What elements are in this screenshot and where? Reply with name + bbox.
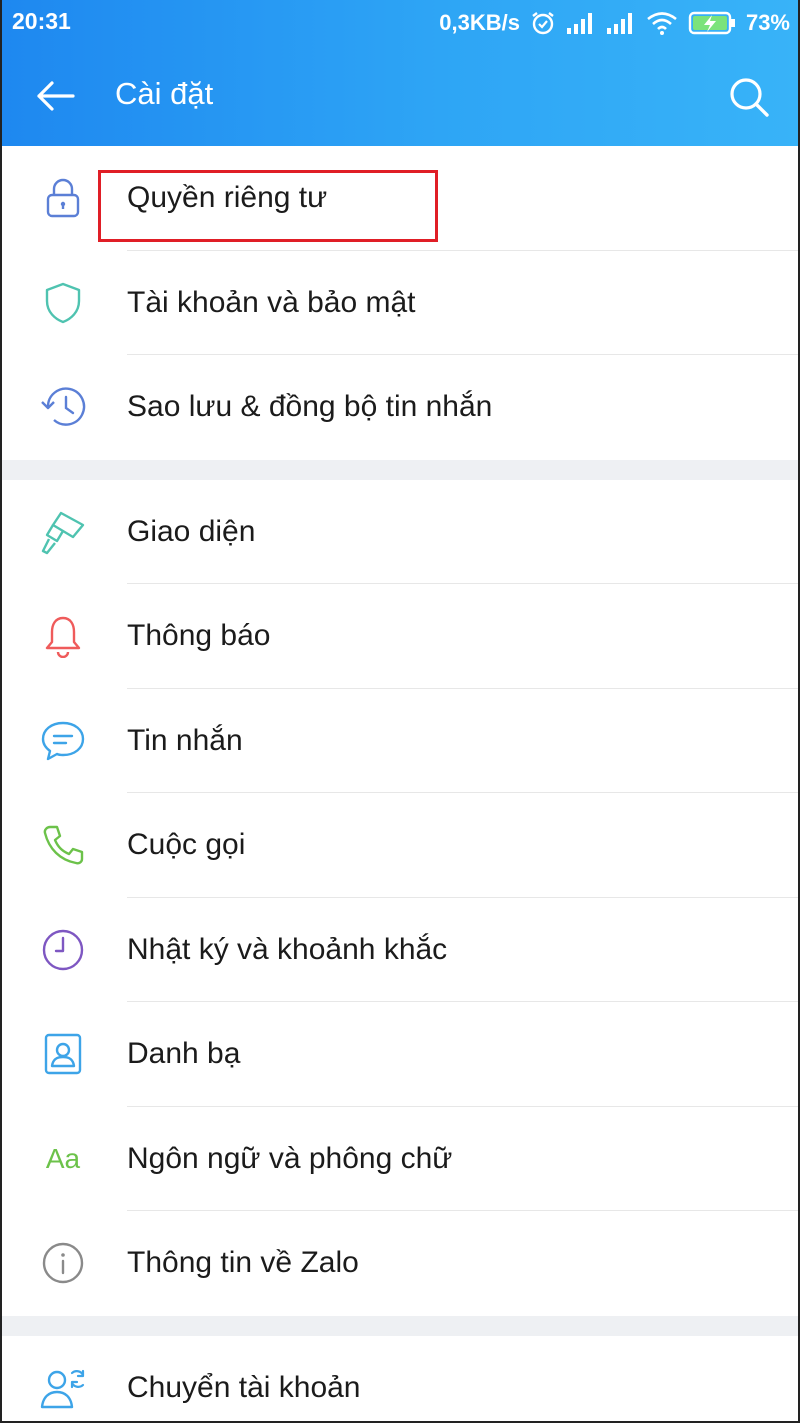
setting-timeline[interactable]: Nhật ký và khoảnh khắc (2, 898, 798, 1002)
back-button[interactable] (28, 72, 82, 120)
bell-icon (38, 611, 88, 661)
search-button[interactable] (722, 70, 776, 124)
chat-bubble-icon (38, 716, 88, 766)
setting-messages[interactable]: Tin nhắn (2, 689, 798, 793)
setting-label: Chuyển tài khoản (127, 1370, 361, 1404)
lock-icon (38, 173, 88, 223)
status-time: 20:31 (12, 8, 71, 34)
wifi-icon (647, 12, 677, 35)
signal-icon-2 (606, 13, 632, 34)
signal-icon (566, 13, 592, 34)
search-icon (730, 78, 769, 117)
setting-contacts[interactable]: Danh bạ (2, 1002, 798, 1107)
setting-about[interactable]: Thông tin về Zalo (2, 1211, 798, 1316)
screen: 20:31 0,3KB/s 73% Cài đặt Quyền riêng tư… (0, 0, 800, 1423)
info-icon (38, 1238, 88, 1288)
font-aa-glyph: Aa (45, 1142, 81, 1174)
font-aa-icon: Aa (38, 1134, 88, 1184)
setting-label: Sao lưu & đồng bộ tin nhắn (127, 390, 493, 424)
setting-label: Nhật ký và khoảnh khắc (127, 932, 448, 966)
alarm-icon (532, 12, 554, 35)
group-separator (2, 1315, 798, 1336)
toolbar: Cài đặt (2, 46, 798, 146)
group-separator (2, 459, 798, 480)
battery-charging-icon (688, 11, 735, 35)
setting-notifications[interactable]: Thông báo (2, 584, 798, 689)
setting-label: Thông báo (127, 619, 271, 653)
network-speed: 0,3KB/s (439, 10, 520, 35)
arrow-left-icon (37, 81, 75, 111)
setting-label: Ngôn ngữ và phông chữ (127, 1141, 453, 1175)
setting-label: Tin nhắn (127, 723, 243, 757)
setting-calls[interactable]: Cuộc gọi (2, 793, 798, 898)
setting-label: Thông tin về Zalo (127, 1246, 359, 1280)
settings-list: Quyền riêng tư Tài khoản và bảo mật Sao … (2, 146, 798, 1422)
highlight-box (98, 170, 438, 242)
setting-backup-sync[interactable]: Sao lưu & đồng bộ tin nhắn (2, 355, 798, 460)
status-bar: 20:31 0,3KB/s 73% (2, 0, 798, 46)
shield-icon (38, 278, 88, 328)
phone-icon (38, 820, 88, 870)
paint-brush-icon (38, 507, 88, 557)
setting-label: Tài khoản và bảo mật (127, 285, 416, 319)
clock-icon (38, 925, 88, 975)
app-bar: 20:31 0,3KB/s 73% Cài đặt (2, 0, 798, 146)
page-title: Cài đặt (115, 76, 214, 111)
setting-label: Danh bạ (127, 1037, 241, 1071)
setting-label: Giao diện (127, 514, 256, 548)
contact-card-icon (38, 1029, 88, 1079)
battery-level: 73% (745, 10, 790, 35)
status-icons: 0,3KB/s 73% (439, 6, 790, 40)
setting-switch-account[interactable]: Chuyển tài khoản (2, 1336, 798, 1422)
setting-account-security[interactable]: Tài khoản và bảo mật (2, 251, 798, 355)
setting-appearance[interactable]: Giao diện (2, 480, 798, 584)
setting-language-font[interactable]: Aa Ngôn ngữ và phông chữ (2, 1107, 798, 1211)
setting-label: Cuộc gọi (127, 828, 246, 862)
history-icon (38, 382, 88, 432)
switch-user-icon (38, 1363, 88, 1413)
